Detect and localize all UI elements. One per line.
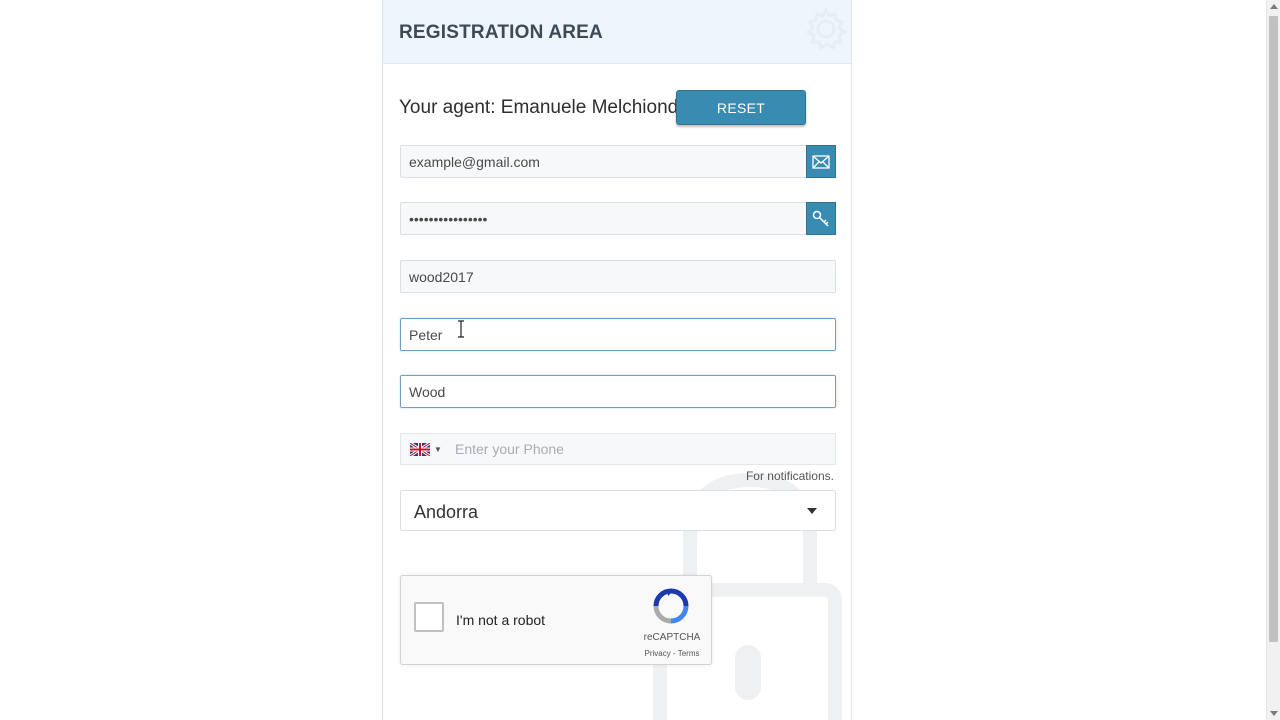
recaptcha-brand: reCAPTCHA bbox=[643, 632, 701, 643]
password-field[interactable] bbox=[401, 203, 807, 234]
registration-panel: REGISTRATION AREA Your agent: Emanuele M… bbox=[382, 0, 852, 720]
email-field-wrapper bbox=[400, 145, 836, 178]
username-field[interactable] bbox=[401, 261, 835, 292]
recaptcha-links-separator: - bbox=[670, 649, 678, 658]
scroll-down-icon[interactable] bbox=[1270, 711, 1278, 716]
scrollbar-thumb[interactable] bbox=[1269, 16, 1278, 642]
country-select-value: Andorra bbox=[414, 502, 479, 522]
password-field-wrapper bbox=[400, 202, 836, 235]
phone-field-wrapper: ▼ bbox=[400, 433, 836, 465]
recaptcha-links: Privacy - Terms bbox=[636, 649, 708, 658]
recaptcha-label: I'm not a robot bbox=[456, 612, 546, 628]
phone-input[interactable] bbox=[449, 434, 835, 464]
key-icon bbox=[812, 210, 829, 227]
agent-label: Your agent: Emanuele Melchionda bbox=[399, 97, 689, 118]
recaptcha-checkbox[interactable] bbox=[414, 602, 444, 632]
chevron-down-icon bbox=[807, 508, 817, 514]
last-name-field-wrapper bbox=[400, 375, 836, 408]
first-name-field-wrapper bbox=[400, 318, 836, 351]
recaptcha-privacy-link[interactable]: Privacy bbox=[645, 649, 671, 658]
page-scrollbar[interactable] bbox=[1266, 0, 1280, 720]
page-title: REGISTRATION AREA bbox=[399, 22, 603, 43]
uk-flag-icon bbox=[410, 442, 430, 456]
email-field[interactable] bbox=[401, 146, 807, 177]
viewport: REGISTRATION AREA Your agent: Emanuele M… bbox=[0, 0, 1280, 720]
username-field-wrapper bbox=[400, 260, 836, 293]
country-code-dropdown[interactable]: ▼ bbox=[401, 434, 449, 464]
envelope-icon bbox=[812, 154, 830, 169]
last-name-field[interactable] bbox=[401, 376, 835, 407]
agent-row: Your agent: Emanuele Melchionda RESET bbox=[399, 90, 839, 126]
recaptcha-widget: I'm not a robot reCAPTCHA Privacy - Term… bbox=[400, 575, 712, 665]
chevron-down-icon: ▼ bbox=[434, 444, 442, 454]
recaptcha-terms-link[interactable]: Terms bbox=[678, 649, 700, 658]
gear-icon bbox=[805, 6, 848, 51]
scroll-up-icon[interactable] bbox=[1270, 4, 1278, 9]
panel-header: REGISTRATION AREA bbox=[383, 0, 851, 64]
country-select[interactable]: Andorra bbox=[400, 490, 836, 531]
password-addon bbox=[806, 202, 836, 235]
recaptcha-icon bbox=[653, 588, 689, 624]
email-addon bbox=[806, 145, 836, 178]
phone-hint: For notifications. bbox=[745, 469, 834, 483]
reset-button[interactable]: RESET bbox=[676, 90, 806, 125]
first-name-field[interactable] bbox=[401, 319, 835, 350]
